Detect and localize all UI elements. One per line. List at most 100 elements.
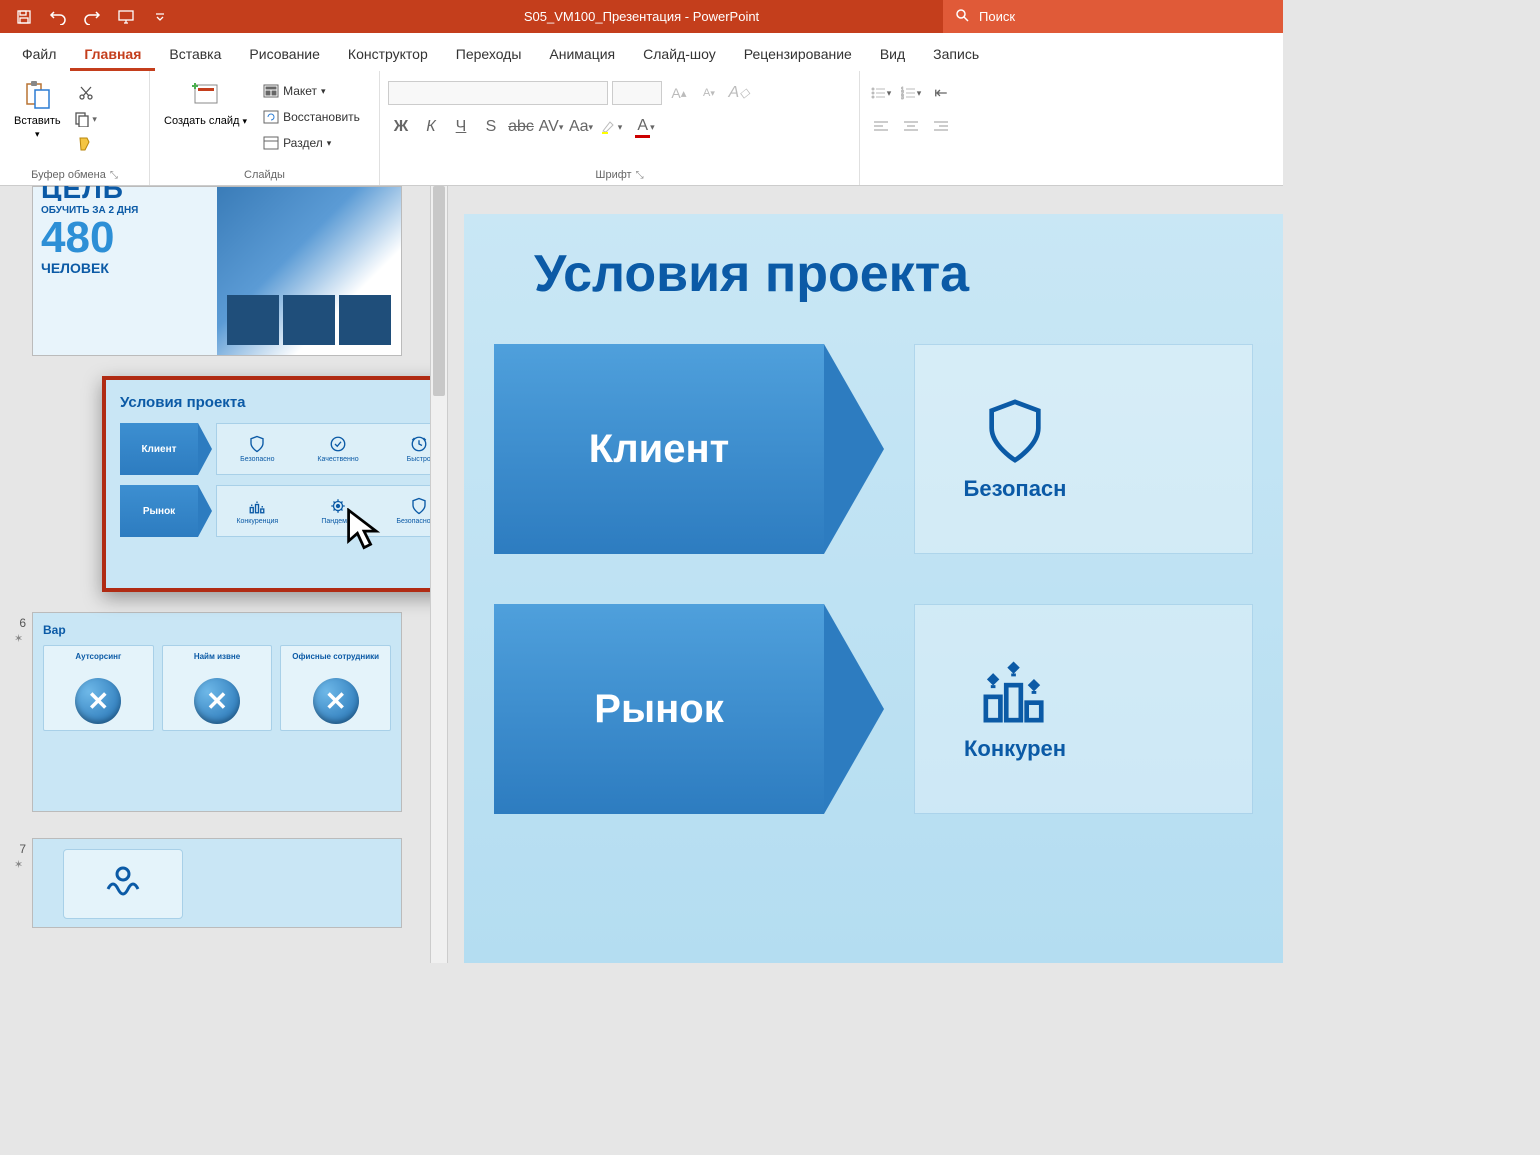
text-shadow-button[interactable]: S (478, 115, 504, 139)
clear-formatting-button[interactable]: A◇ (726, 81, 752, 105)
copy-button[interactable]: ▾ (73, 107, 99, 131)
thumb1-title: ЦЕЛЬ (41, 186, 209, 201)
title-bar: S05_VM100_Презентация - PowerPoint (0, 0, 1283, 33)
reset-label: Восстановить (283, 110, 360, 124)
canvas-item-competition: Конкурен (935, 656, 1095, 762)
italic-button[interactable]: К (418, 115, 444, 139)
scrollbar-thumb[interactable] (433, 186, 445, 396)
tab-insert[interactable]: Вставка (155, 38, 235, 71)
strikethrough-button[interactable]: abc (508, 115, 534, 139)
animation-star-icon: ✶ (14, 632, 23, 645)
tab-view[interactable]: Вид (866, 38, 919, 71)
new-slide-button[interactable]: Создать слайд ▾ (158, 75, 253, 132)
canvas-box-market: Конкурен (914, 604, 1253, 814)
save-icon[interactable] (10, 3, 38, 31)
tab-file[interactable]: Файл (8, 38, 70, 71)
thumb1-number: 480 (41, 216, 209, 260)
tab-animations[interactable]: Анимация (535, 38, 629, 71)
qat-more-icon[interactable] (146, 3, 174, 31)
bullets-button[interactable]: ▾ (868, 81, 894, 105)
font-dialog-launcher[interactable]: ⤡ (636, 170, 644, 181)
x-circle-icon: ✕ (313, 678, 359, 724)
canvas-title: Условия проекта (534, 244, 1253, 304)
tab-slideshow[interactable]: Слайд-шоу (629, 38, 730, 71)
group-slides-label: Слайды (158, 169, 371, 183)
paste-label: Вставить (14, 115, 61, 127)
animation-star-icon: ✶ (14, 858, 23, 871)
vertical-scrollbar[interactable] (430, 186, 448, 963)
thumb6-title: Вар (43, 623, 391, 637)
char-spacing-button[interactable]: AV▾ (538, 115, 564, 139)
group-slides: Создать слайд ▾ Макет ▾ Восстановить Раз… (150, 71, 380, 185)
ribbon: Вставить▾ ▾ Буфер обмена ⤡ (0, 71, 1283, 186)
podium-icon (980, 656, 1050, 726)
main-area: ЦЕЛЬ ОБУЧИТЬ ЗА 2 ДНЯ 480 ЧЕЛОВЕК Услови… (0, 186, 1283, 963)
redo-icon[interactable] (78, 3, 106, 31)
svg-text:3: 3 (901, 95, 904, 100)
search-box[interactable] (943, 0, 1283, 33)
thumbnail-pane[interactable]: ЦЕЛЬ ОБУЧИТЬ ЗА 2 ДНЯ 480 ЧЕЛОВЕК Услови… (0, 186, 430, 963)
slide-thumbnail[interactable] (32, 838, 402, 928)
thumb1-photo-placeholder (217, 187, 401, 355)
search-input[interactable] (979, 9, 1283, 24)
group-clipboard-label: Буфер обмена (31, 169, 106, 181)
slide-thumbnail-selected[interactable]: Условия проекта Клиент Безопасно Качеств… (102, 376, 430, 592)
slide-canvas[interactable]: Условия проекта Клиент Безопасн Рынок (464, 214, 1283, 963)
thumb1-people: ЧЕЛОВЕК (41, 260, 209, 276)
align-left-button[interactable] (868, 115, 894, 139)
section-label: Раздел (283, 136, 323, 150)
canvas-item-safe: Безопасн (935, 396, 1095, 502)
section-button[interactable]: Раздел ▾ (259, 131, 364, 155)
highlight-button[interactable]: ▾ (598, 115, 624, 139)
new-slide-icon (190, 79, 222, 111)
group-font: A▴ A▾ A◇ Ж К Ч S abc AV▾ Aa▾ ▾ A▾ Шрифт … (380, 71, 860, 185)
align-center-button[interactable] (898, 115, 924, 139)
align-right-button[interactable] (928, 115, 954, 139)
indent-button[interactable]: ⇤ (928, 81, 954, 105)
slideshow-start-icon[interactable] (112, 3, 140, 31)
group-clipboard: Вставить▾ ▾ Буфер обмена ⤡ (0, 71, 150, 185)
hl-row2-boxes: Конкуренция Пандемия Безопасность (216, 485, 430, 537)
bold-button[interactable]: Ж (388, 115, 414, 139)
increase-font-button[interactable]: A▴ (666, 81, 692, 105)
paste-button[interactable]: Вставить▾ (8, 75, 67, 145)
tab-record[interactable]: Запись (919, 38, 993, 71)
slide-thumbnail[interactable]: Вар Аутсорсинг✕ Найм извне✕ Офисные сотр… (32, 612, 402, 812)
undo-icon[interactable] (44, 3, 72, 31)
decrease-font-button[interactable]: A▾ (696, 81, 722, 105)
tab-transitions[interactable]: Переходы (442, 38, 536, 71)
hl-arrow-client: Клиент (120, 423, 198, 475)
slide-editor[interactable]: Условия проекта Клиент Безопасн Рынок (448, 186, 1283, 963)
layout-button[interactable]: Макет ▾ (259, 79, 364, 103)
clipboard-dialog-launcher[interactable]: ⤡ (110, 170, 118, 181)
cut-button[interactable] (73, 81, 99, 105)
numbering-button[interactable]: 123▾ (898, 81, 924, 105)
font-size-combo[interactable] (612, 81, 662, 105)
tab-design[interactable]: Конструктор (334, 38, 442, 71)
hl-arrow-market: Рынок (120, 485, 198, 537)
x-circle-icon: ✕ (194, 678, 240, 724)
slide-number-6: 6 (8, 616, 26, 630)
document-title: S05_VM100_Презентация - PowerPoint (524, 9, 759, 24)
format-painter-button[interactable] (73, 133, 99, 157)
canvas-arrow-client: Клиент (494, 344, 824, 554)
slide-number-7: 7 (8, 842, 26, 856)
font-color-button[interactable]: A▾ (628, 115, 662, 139)
hl-row1-boxes: Безопасно Качественно Быстро (216, 423, 430, 475)
search-icon (955, 8, 969, 25)
font-name-combo[interactable] (388, 81, 608, 105)
canvas-box-client: Безопасн (914, 344, 1253, 554)
slide-thumbnail[interactable]: ЦЕЛЬ ОБУЧИТЬ ЗА 2 ДНЯ 480 ЧЕЛОВЕК (32, 186, 402, 356)
x-circle-icon: ✕ (75, 678, 121, 724)
change-case-button[interactable]: Aa▾ (568, 115, 594, 139)
group-paragraph: ▾ 123▾ ⇤ (860, 71, 1030, 185)
hl-title: Условия проекта (120, 394, 430, 411)
underline-button[interactable]: Ч (448, 115, 474, 139)
reset-button[interactable]: Восстановить (259, 105, 364, 129)
layout-label: Макет (283, 84, 317, 98)
tab-draw[interactable]: Рисование (235, 38, 334, 71)
canvas-arrow-market: Рынок (494, 604, 824, 814)
paste-icon (21, 79, 53, 111)
tab-home[interactable]: Главная (70, 38, 155, 71)
tab-review[interactable]: Рецензирование (730, 38, 866, 71)
